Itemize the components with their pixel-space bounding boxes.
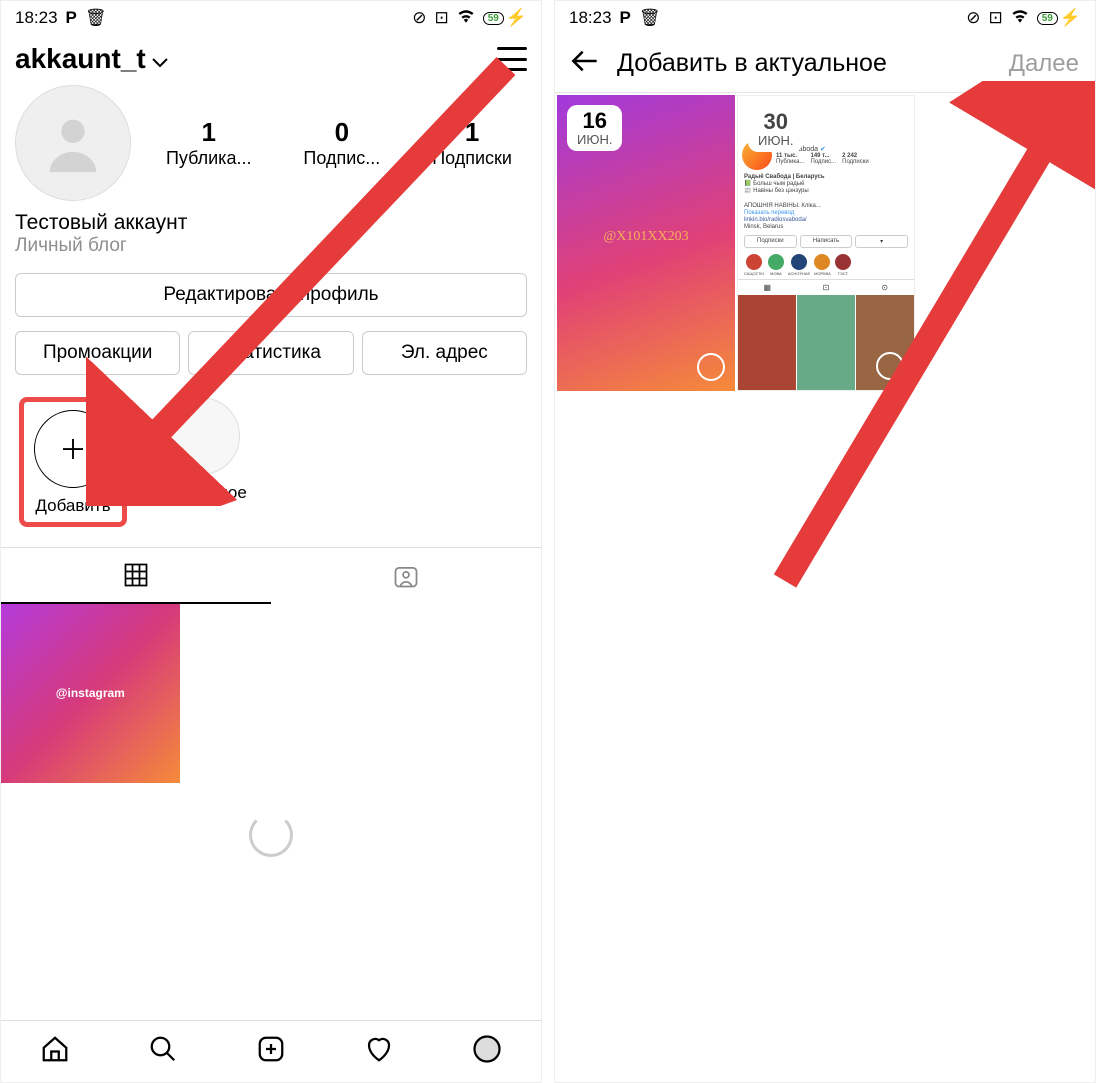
posts-stat[interactable]: 1 Публика... [166, 117, 251, 169]
wifi-icon [1011, 8, 1029, 28]
tag-person-icon [392, 562, 420, 590]
add-post-icon[interactable] [256, 1034, 286, 1069]
select-indicator [876, 352, 904, 380]
loading-spinner [1, 783, 541, 887]
avatar[interactable] [15, 85, 131, 201]
battery-box-icon: ⊡ [434, 8, 448, 28]
plus-icon [58, 434, 88, 464]
grid-tab[interactable] [1, 548, 271, 604]
menu-icon[interactable] [497, 47, 527, 71]
post-thumbnail[interactable]: @instagram [1, 604, 180, 783]
highlights-row: Добавить Актуальное [1, 379, 541, 537]
username-text: akkaunt_t [15, 43, 146, 75]
battery-icon: 59 ⚡ [1037, 8, 1081, 28]
grid-icon [122, 561, 150, 589]
category: Личный блог [15, 235, 527, 257]
screen-title: Добавить в актуальное [617, 49, 991, 78]
status-time: 18:23 [569, 8, 612, 28]
wifi-icon [457, 8, 475, 28]
status-bar: 18:23 P 🗑 ⊘ ⊡ 59 ⚡ [1, 1, 541, 35]
add-highlight[interactable]: Добавить [34, 410, 112, 516]
email-button[interactable]: Эл. адрес [362, 331, 527, 375]
tagged-tab[interactable] [271, 548, 541, 604]
story-thumbnail[interactable]: 30 ИЮН. radiosvaboda ✔ 11 тыс.Публика...… [737, 95, 915, 391]
activity-icon[interactable] [364, 1034, 394, 1069]
next-button[interactable]: Далее [1009, 50, 1079, 78]
highlight-header: Добавить в актуальное Далее [555, 35, 1095, 93]
select-indicator [697, 353, 725, 381]
profile-header: akkaunt_t [1, 35, 541, 81]
followers-stat[interactable]: 0 Подпис... [303, 117, 380, 169]
search-icon[interactable] [148, 1034, 178, 1069]
dnd-icon: ⊘ [966, 8, 980, 28]
stats-row: 1 Публика... 0 Подпис... 1 Подписки [1, 81, 541, 209]
stats-button[interactable]: Статистика [188, 331, 353, 375]
add-highlight-callout: Добавить [19, 397, 127, 527]
date-badge: 30 ИЮН. [748, 106, 803, 152]
date-badge: 16 ИЮН. [567, 105, 622, 151]
chevron-down-icon [152, 43, 168, 75]
dnd-icon: ⊘ [412, 8, 426, 28]
highlight-item[interactable]: Актуальное [155, 397, 247, 527]
p-icon: P [66, 8, 77, 28]
status-time: 18:23 [15, 8, 58, 28]
profile-icon[interactable] [472, 1034, 502, 1069]
left-screen: 18:23 P 🗑 ⊘ ⊡ 59 ⚡ akkaunt_t [0, 0, 542, 1083]
username-dropdown[interactable]: akkaunt_t [15, 43, 168, 75]
profile-tabs [1, 547, 541, 604]
back-icon[interactable] [571, 50, 599, 77]
p-icon: P [620, 8, 631, 28]
posts-grid: @instagram [1, 604, 541, 783]
right-screen: 18:23 P 🗑 ⊘ ⊡ 59 ⚡ Добавить в актуальное… [554, 0, 1096, 1083]
battery-icon: 59 ⚡ [483, 8, 527, 28]
stories-selector: 16 ИЮН. @X101XX203 30 ИЮН. radiosvaboda … [555, 93, 1095, 393]
bottom-nav [1, 1020, 541, 1082]
edit-profile-button[interactable]: Редактировать профиль [15, 273, 527, 317]
following-stat[interactable]: 1 Подписки [432, 117, 512, 169]
story-thumbnail[interactable]: 16 ИЮН. @X101XX203 [557, 95, 735, 391]
battery-box-icon: ⊡ [988, 8, 1002, 28]
promo-button[interactable]: Промоакции [15, 331, 180, 375]
home-icon[interactable] [40, 1034, 70, 1069]
trash-icon: 🗑 [85, 8, 107, 28]
story-mention: @X101XX203 [603, 229, 688, 245]
display-name: Тестовый аккаунт [15, 211, 527, 235]
status-bar: 18:23 P 🗑 ⊘ ⊡ 59 ⚡ [555, 1, 1095, 35]
bio-section: Тестовый аккаунт Личный блог [1, 209, 541, 269]
trash-icon: 🗑 [639, 8, 661, 28]
